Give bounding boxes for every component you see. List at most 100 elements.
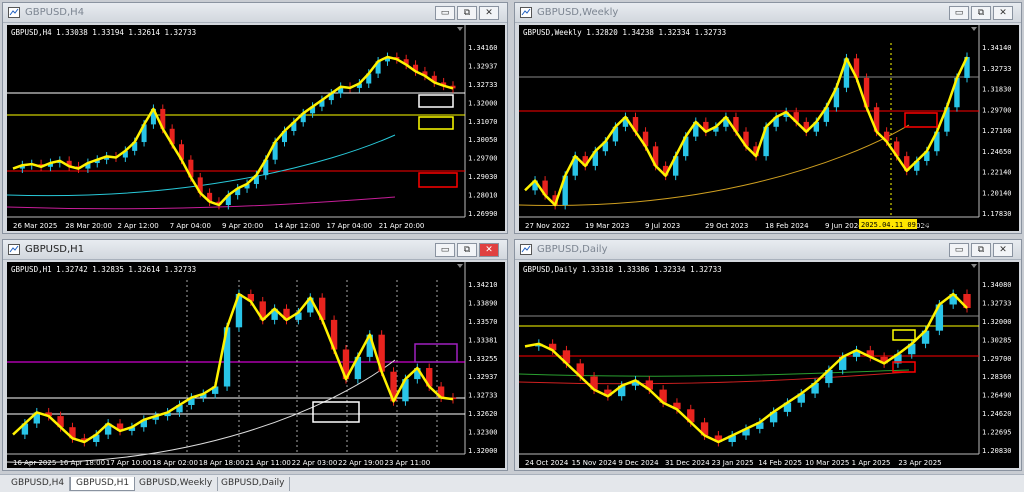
price-tick-label: 1.28010 — [468, 192, 498, 200]
tab-gbpusd-weekly[interactable]: GBPUSD,Weekly — [134, 477, 219, 491]
time-tick-label: 31 Dec 2024 — [665, 459, 710, 467]
window-titlebar[interactable]: GBPUSD,Weekly ▭ ⧉ ✕ — [515, 3, 1021, 23]
time-tick-label: 28 Mar 20:00 — [65, 222, 112, 230]
price-tick-label: 1.29700 — [468, 155, 498, 163]
restore-button[interactable]: ⧉ — [457, 243, 477, 257]
restore-button[interactable]: ⧉ — [971, 6, 991, 20]
tab-gbpusd-h4[interactable]: GBPUSD,H4 — [6, 477, 71, 491]
time-tick-label: 26 Mar 2025 — [13, 222, 57, 230]
time-tick-label: 21 Apr 11:00 — [245, 459, 291, 467]
minimize-button[interactable]: ▭ — [949, 6, 969, 20]
chart-tab-bar: GBPUSD,H4 GBPUSD,H1 GBPUSD,Weekly GBPUSD… — [0, 474, 1024, 492]
chart-window-daily[interactable]: GBPUSD,Daily ▭ ⧉ ✕ 1.34080 1.32733 1.32000… — [514, 239, 1022, 471]
time-tick-label: 1 Apr 2025 — [852, 459, 891, 467]
time-tick-label: 18 Feb 2024 — [765, 222, 809, 230]
price-chart[interactable]: 1.34080 1.32733 1.32000 1.30285 1.29700 1.283… — [519, 262, 1019, 468]
time-tick-label: 14 Feb 2025 — [758, 459, 802, 467]
time-tick-label: 19 Mar 2023 — [585, 222, 629, 230]
shift-marker-icon — [971, 264, 977, 268]
price-tick-label: 1.33570 — [468, 318, 498, 326]
time-tick-label: 18 Apr 18:00 — [199, 459, 245, 467]
chart-window-icon — [8, 244, 20, 255]
price-tick-label: 1.32733 — [468, 81, 498, 89]
time-tick-label: 29 Oct 2023 — [705, 222, 748, 230]
time-tick-label: 17 Apr 10:00 — [106, 459, 152, 467]
window-titlebar[interactable]: GBPUSD,H1 ▭ ⧉ ✕ — [3, 240, 507, 260]
price-tick-label: 1.29700 — [982, 355, 1012, 363]
crosshair-time-label: 2025.04.11 09:30 — [861, 221, 928, 229]
time-tick-label: 24 Oct 2024 — [525, 459, 569, 467]
symbol-ohlc: GBPUSD,Daily 1.33318 1.33386 1.32334 1.3… — [523, 265, 722, 274]
price-tick-label: 1.33890 — [468, 299, 498, 307]
close-button[interactable]: ✕ — [993, 243, 1013, 257]
chart-window-weekly[interactable]: GBPUSD,Weekly ▭ ⧉ ✕ 1.34140 1.32733 1.3183… — [514, 2, 1022, 234]
time-tick-label: 18 Apr 02:00 — [152, 459, 198, 467]
time-tick-label: 23 Apr 11:00 — [385, 459, 431, 467]
chart-window-icon — [8, 7, 20, 18]
chart-window-h1[interactable]: GBPUSD,H1 ▭ ⧉ ✕ 1.34210 1.33890 1.33570 1.3… — [2, 239, 508, 471]
window-titlebar[interactable]: GBPUSD,Daily ▭ ⧉ ✕ — [515, 240, 1021, 260]
time-tick-label: 9 Dec 2024 — [618, 459, 659, 467]
price-tick-label: 1.32300 — [468, 429, 498, 437]
price-tick-label: 1.32733 — [982, 299, 1012, 307]
shift-marker-icon — [457, 264, 463, 268]
price-tick-label: 1.30050 — [468, 136, 498, 144]
price-tick-label: 1.20830 — [982, 447, 1012, 455]
time-tick-label: 10 Mar 2025 — [805, 459, 849, 467]
shift-marker-icon — [457, 27, 463, 31]
price-tick-label: 1.28360 — [982, 373, 1012, 381]
price-tick-label: 1.31070 — [468, 118, 498, 126]
price-tick-label: 1.32937 — [468, 62, 498, 70]
drawn-rectangle — [892, 329, 916, 341]
time-tick-label: 16 Apr 2025 — [13, 459, 56, 467]
shift-marker-icon — [971, 27, 977, 31]
window-titlebar[interactable]: GBPUSD,H4 ▭ ⧉ ✕ — [3, 3, 507, 23]
price-tick-label: 1.32000 — [468, 447, 498, 455]
price-tick-label: 1.22695 — [982, 429, 1012, 437]
drawn-rectangle — [904, 112, 938, 128]
close-button[interactable]: ✕ — [479, 243, 499, 257]
tab-gbpusd-h1[interactable]: GBPUSD,H1 — [70, 477, 136, 491]
price-tick-label: 1.32937 — [468, 373, 498, 381]
drawn-rectangle — [418, 116, 454, 130]
tab-gbpusd-daily[interactable]: GBPUSD,Daily — [216, 477, 291, 491]
minimize-button[interactable]: ▭ — [435, 6, 455, 20]
moving-average-line — [7, 196, 396, 210]
time-tick-label: 22 Apr 19:00 — [338, 459, 384, 467]
price-chart[interactable]: 1.34140 1.32733 1.31830 1.29700 1.27160 1.246… — [519, 25, 1019, 231]
time-tick-label: 9 Jul 2023 — [645, 222, 680, 230]
window-title: GBPUSD,H4 — [25, 7, 85, 18]
window-title: GBPUSD,Daily — [537, 244, 608, 255]
price-tick-label: 1.26490 — [982, 392, 1012, 400]
chart-window-h4[interactable]: GBPUSD,H4 ▭ ⧉ ✕ 1.34160 1.32937 1.32733 1.3… — [2, 2, 508, 234]
drawn-rectangle — [418, 172, 458, 188]
price-chart[interactable]: 1.34160 1.32937 1.32733 1.32000 1.31070 1.300… — [7, 25, 505, 231]
minimize-button[interactable]: ▭ — [949, 243, 969, 257]
chart-window-icon — [520, 7, 532, 18]
time-tick-label: 15 Nov 2024 — [572, 459, 617, 467]
price-chart[interactable]: 1.34210 1.33890 1.33570 1.33381 1.33255 1.329… — [7, 262, 505, 468]
price-tick-label: 1.33255 — [468, 355, 498, 363]
price-tick-label: 1.32620 — [468, 410, 498, 418]
price-tick-label: 1.32733 — [468, 392, 498, 400]
restore-button[interactable]: ⧉ — [971, 243, 991, 257]
price-tick-label: 1.20140 — [982, 189, 1012, 197]
price-tick-label: 1.24650 — [982, 148, 1012, 156]
moving-average-line — [7, 359, 396, 463]
close-button[interactable]: ✕ — [479, 6, 499, 20]
price-tick-label: 1.27160 — [982, 127, 1012, 135]
close-button[interactable]: ✕ — [993, 6, 1013, 20]
symbol-ohlc: GBPUSD,H4 1.33038 1.33194 1.32614 1.3273… — [11, 28, 197, 37]
zigzag-trend-line — [12, 292, 454, 444]
window-title: GBPUSD,H1 — [25, 244, 85, 255]
time-tick-label: 17 Apr 04:00 — [327, 222, 373, 230]
time-tick-label: 22 Apr 03:00 — [292, 459, 338, 467]
restore-button[interactable]: ⧉ — [457, 6, 477, 20]
price-tick-label: 1.24620 — [982, 410, 1012, 418]
drawn-rectangle — [312, 401, 360, 423]
price-tick-label: 1.34140 — [982, 44, 1012, 52]
price-tick-label: 1.34160 — [468, 44, 498, 52]
minimize-button[interactable]: ▭ — [435, 243, 455, 257]
drawn-rectangle — [414, 343, 458, 363]
drawn-rectangle — [418, 94, 454, 108]
